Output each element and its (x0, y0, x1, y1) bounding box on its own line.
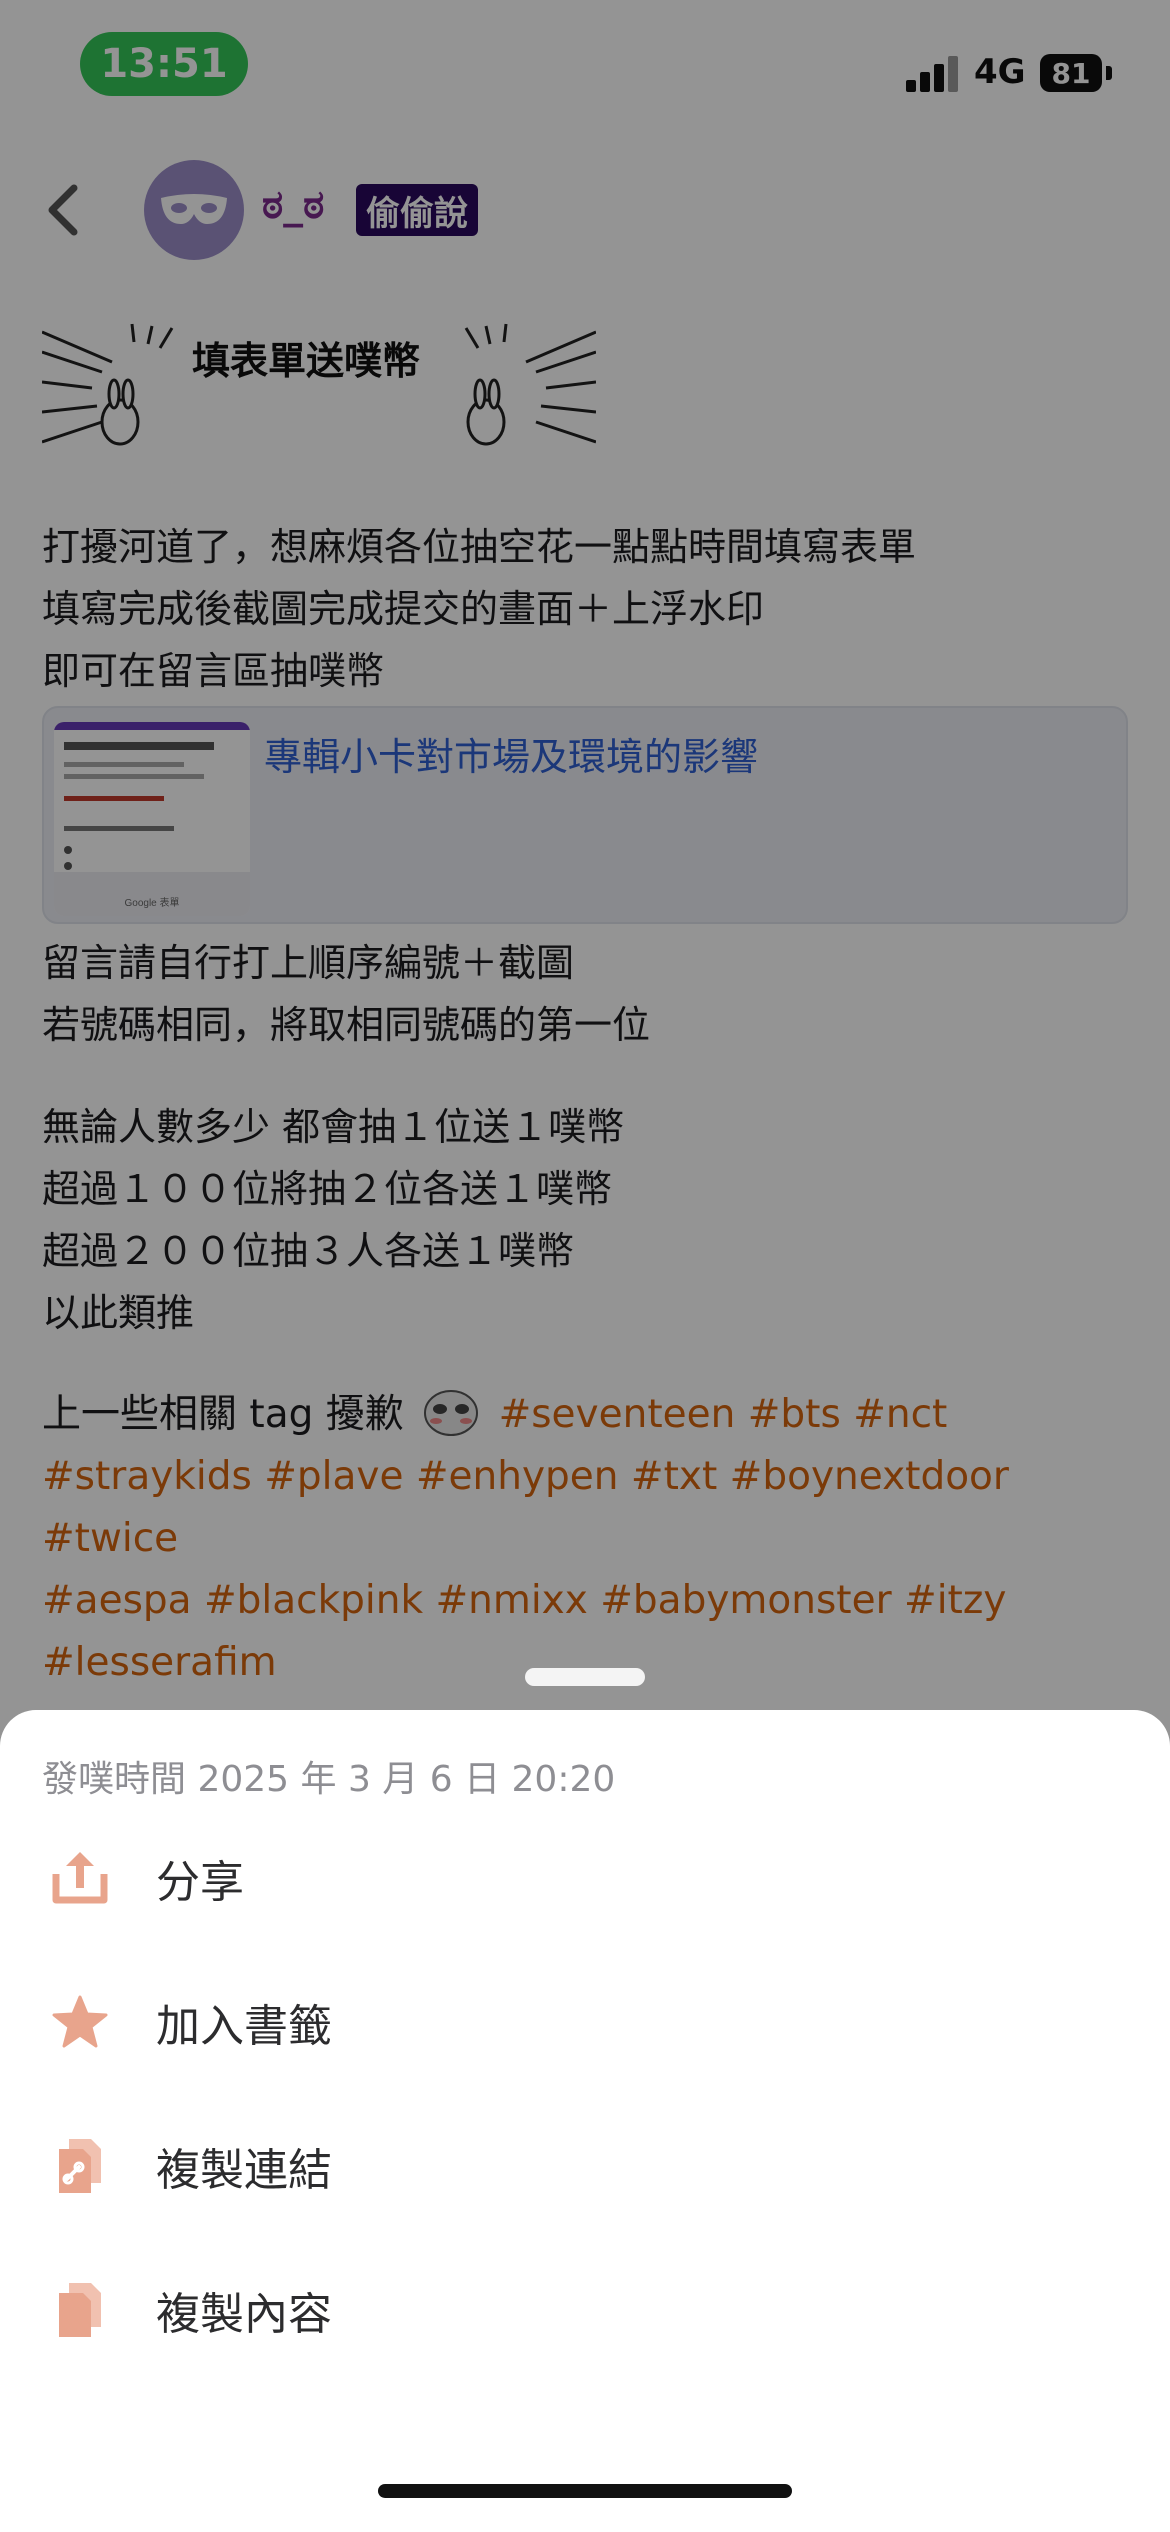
menu-item-copy-content[interactable]: 複製內容 (0, 2240, 1170, 2380)
sheet-grabber[interactable] (525, 1668, 645, 1686)
copy-content-icon (50, 2280, 110, 2340)
menu-label: 分享 (156, 1857, 244, 1908)
home-indicator[interactable] (378, 2484, 792, 2498)
menu-item-share[interactable]: 分享 (0, 1808, 1170, 1948)
action-sheet: 發噗時間 2025 年 3 月 6 日 20:20 分享 加入書籤 複製連結 複… (0, 1710, 1170, 2532)
menu-label: 複製連結 (156, 2145, 332, 2196)
menu-item-copy-link[interactable]: 複製連結 (0, 2096, 1170, 2236)
menu-item-bookmark[interactable]: 加入書籤 (0, 1952, 1170, 2092)
post-timestamp: 發噗時間 2025 年 3 月 6 日 20:20 (42, 1759, 616, 1800)
copy-link-icon (50, 2136, 110, 2196)
star-icon (50, 1992, 110, 2052)
share-icon (50, 1848, 110, 1908)
menu-label: 加入書籤 (156, 2001, 332, 2052)
menu-label: 複製內容 (156, 2289, 332, 2340)
